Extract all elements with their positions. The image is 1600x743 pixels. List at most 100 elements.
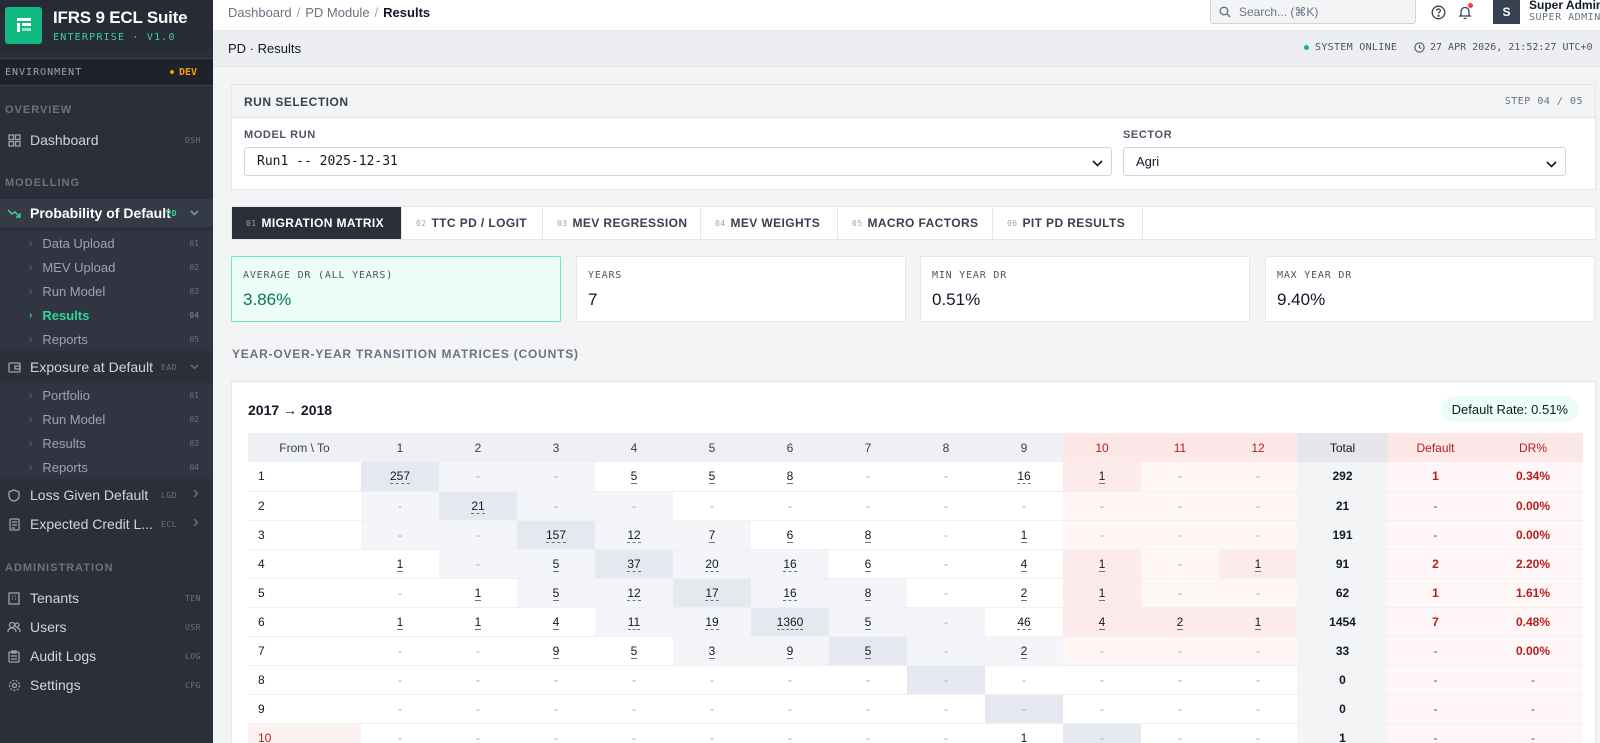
matrix-cell[interactable]: 17	[673, 578, 751, 608]
matrix-cell[interactable]: 6	[829, 549, 907, 579]
breadcrumb-pd-module[interactable]: PD Module	[305, 5, 369, 20]
matrix-cell: -	[907, 636, 985, 666]
sidebar-subitem-data-upload[interactable]: › Data Upload 01	[0, 231, 213, 255]
sidebar-subitem-reports[interactable]: › Reports 05	[0, 327, 213, 351]
sidebar-item-tenants[interactable]: Tenants TEN	[0, 584, 213, 612]
sidebar-item-settings[interactable]: Settings CFG	[0, 671, 213, 699]
matrix-cell[interactable]: 5	[595, 636, 673, 666]
tab-mev-regression[interactable]: 03 MEV REGRESSION	[543, 207, 701, 239]
matrix-cell[interactable]: 1	[361, 549, 439, 579]
matrix-cell[interactable]: 8	[751, 462, 829, 492]
matrix-cell[interactable]: 257	[361, 462, 439, 492]
matrix-cell[interactable]: 46	[985, 607, 1063, 637]
matrix-cell[interactable]: 3	[673, 636, 751, 666]
matrix-cell[interactable]: 12	[595, 520, 673, 550]
sidebar-subitem-mev-upload[interactable]: › MEV Upload 02	[0, 255, 213, 279]
tab-number: 06	[1007, 218, 1018, 228]
matrix-cell[interactable]: 1	[361, 607, 439, 637]
matrix-cell-value: 4	[1020, 556, 1028, 572]
matrix-cell[interactable]: 1	[1063, 462, 1141, 492]
matrix-cell[interactable]: 5	[517, 578, 595, 608]
sidebar-item-users[interactable]: Users USR	[0, 613, 213, 641]
matrix-cell: -	[1219, 462, 1297, 492]
matrix-cell[interactable]: 5	[517, 549, 595, 579]
matrix-cell[interactable]: 1	[439, 607, 517, 637]
matrix-cell[interactable]: 11	[595, 607, 673, 637]
matrix-cell[interactable]: 19	[673, 607, 751, 637]
matrix-cell[interactable]: 1	[1063, 549, 1141, 579]
matrix-cell[interactable]: 37	[595, 549, 673, 579]
sidebar-subitem-ead-run-model[interactable]: › Run Model 02	[0, 407, 213, 431]
tab-ttc-pd-logit[interactable]: 02 TTC PD / LOGIT	[402, 207, 543, 239]
matrix-cell[interactable]: 9	[751, 636, 829, 666]
matrix-cell[interactable]: 16	[751, 578, 829, 608]
matrix-cell: -	[1141, 520, 1219, 550]
matrix-cell[interactable]: 9	[517, 636, 595, 666]
matrix-cell[interactable]: 1	[1219, 607, 1297, 637]
matrix-cell-value: -	[476, 730, 480, 743]
matrix-cell[interactable]: 2	[985, 578, 1063, 608]
sidebar-subitem-ead-results[interactable]: › Results 03	[0, 431, 213, 455]
matrix-cell[interactable]: 21	[439, 491, 517, 521]
matrix-cell-value: -	[866, 498, 870, 513]
sidebar-subitem-run-model[interactable]: › Run Model 03	[0, 279, 213, 303]
clock-text: 27 APR 2026, 21:52:27 UTC+0	[1430, 42, 1593, 53]
model-run-select[interactable]: Run1 -- 2025-12-31	[244, 147, 1112, 176]
matrix-cell[interactable]: 4	[985, 549, 1063, 579]
chevron-down-icon	[1546, 156, 1557, 171]
matrix-cell-value: -	[1178, 730, 1182, 743]
tab-mev-weights[interactable]: 04 MEV WEIGHTS	[701, 207, 838, 239]
sidebar-subitem-portfolio[interactable]: › Portfolio 01	[0, 383, 213, 407]
matrix-cell[interactable]: 16	[751, 549, 829, 579]
sidebar-item-audit-logs[interactable]: Audit Logs LOG	[0, 642, 213, 670]
matrix-cell[interactable]: 1	[439, 578, 517, 608]
sidebar: IFRS 9 ECL Suite ENTERPRISE · V1.0 ENVIR…	[0, 0, 213, 743]
tab-macro-factors[interactable]: 05 MACRO FACTORS	[838, 207, 993, 239]
breadcrumb-dashboard[interactable]: Dashboard	[228, 5, 292, 20]
matrix-cell[interactable]: 5	[595, 462, 673, 492]
matrix-cell[interactable]: 5	[829, 636, 907, 666]
matrix-cell[interactable]: 1	[985, 520, 1063, 550]
tab-migration-matrix[interactable]: 01 MIGRATION MATRIX	[232, 207, 402, 239]
matrix-cell[interactable]: 7	[673, 520, 751, 550]
sidebar-item-lgd[interactable]: Loss Given Default LGD	[0, 481, 213, 509]
matrix-cell[interactable]: 16	[985, 462, 1063, 492]
matrix-cell[interactable]: 5	[673, 462, 751, 492]
search-input[interactable]: Search... (⌘K)	[1210, 0, 1416, 24]
matrix-cell[interactable]: 1	[985, 723, 1063, 743]
sidebar-subitem-results[interactable]: › Results 04	[0, 303, 213, 327]
matrix-cell[interactable]: 4	[517, 607, 595, 637]
column-header: 1	[361, 433, 439, 462]
sidebar-subitem-ead-reports[interactable]: › Reports 04	[0, 455, 213, 479]
sidebar-item-pd[interactable]: Probability of Default PD	[0, 199, 213, 227]
tab-number: 03	[557, 218, 568, 228]
matrix-cell[interactable]: 1	[1063, 578, 1141, 608]
matrix-cell[interactable]: 1360	[751, 607, 829, 637]
matrix-cell[interactable]: 4	[1063, 607, 1141, 637]
matrix-cell[interactable]: 2	[985, 636, 1063, 666]
matrix-cell[interactable]: 8	[829, 520, 907, 550]
matrix-cell[interactable]: 6	[751, 520, 829, 550]
bell-icon[interactable]	[1456, 3, 1474, 21]
matrix-cell[interactable]: 5	[829, 607, 907, 637]
matrix-cell[interactable]: 20	[673, 549, 751, 579]
sidebar-item-ead[interactable]: Exposure at Default EAD	[0, 353, 213, 381]
sidebar-item-ecl[interactable]: Expected Credit L... ECL	[0, 510, 213, 538]
tab-pit-pd-results[interactable]: 06 PIT PD RESULTS	[993, 207, 1143, 239]
kpi-max-year-dr: MAX YEAR DR 9.40%	[1265, 256, 1595, 322]
matrix-cell[interactable]: 1	[1219, 549, 1297, 579]
matrix-cell[interactable]: 157	[517, 520, 595, 550]
row-dr: 0.34%	[1483, 462, 1583, 492]
table-row: 6 1 1 4 11 19 1360 5-46 4 2 1 1454 7 0.48%	[248, 607, 1583, 637]
matrix-cell[interactable]: 2	[1141, 607, 1219, 637]
sidebar-item-dashboard[interactable]: Dashboard DSH	[0, 126, 213, 154]
avatar[interactable]: S	[1493, 0, 1520, 24]
matrix-cell[interactable]: 8	[829, 578, 907, 608]
section-title: YEAR-OVER-YEAR TRANSITION MATRICES (COUN…	[232, 347, 579, 361]
sector-select[interactable]: Agri	[1123, 147, 1566, 176]
matrix-cell[interactable]: 12	[595, 578, 673, 608]
matrix-cell-value: -	[1178, 498, 1182, 513]
chevron-right-icon: ›	[29, 237, 33, 249]
help-icon[interactable]	[1429, 3, 1447, 21]
app-title: IFRS 9 ECL Suite	[53, 7, 188, 27]
